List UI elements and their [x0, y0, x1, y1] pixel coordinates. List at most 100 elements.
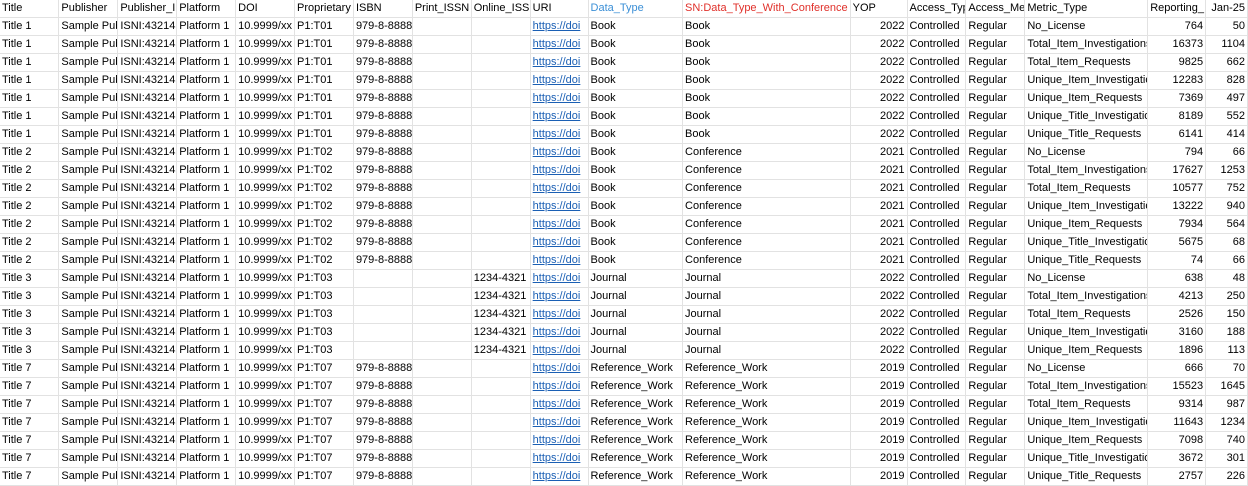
cell-title[interactable]: Title 2: [0, 197, 60, 216]
cell-doi[interactable]: 10.9999/xx: [235, 17, 296, 36]
cell-data-type[interactable]: Book: [588, 233, 684, 252]
cell-publisher[interactable]: Sample Pub: [58, 269, 119, 288]
cell-reporting[interactable]: 2526: [1147, 305, 1207, 324]
cell-access-method[interactable]: Regular: [965, 341, 1026, 360]
cell-proprietary[interactable]: P1:T01: [294, 125, 354, 144]
cell-doi[interactable]: 10.9999/xx: [235, 89, 296, 108]
cell-publisher-id[interactable]: ISNI:432143: [117, 215, 178, 234]
cell-publisher[interactable]: Sample Pub: [58, 323, 119, 342]
cell-sn[interactable]: Reference_Work: [682, 467, 851, 486]
cell-access-type[interactable]: Controlled: [907, 71, 967, 90]
cell-doi[interactable]: 10.9999/xx: [235, 287, 296, 306]
cell-jan25[interactable]: 987: [1205, 395, 1248, 414]
cell-title[interactable]: Title 2: [0, 215, 60, 234]
cell-uri[interactable]: https://doi: [530, 35, 589, 54]
cell-isbn[interactable]: 979-8-88888-888-9: [353, 251, 413, 270]
cell-title[interactable]: Title 1: [0, 71, 60, 90]
cell-metric-type[interactable]: Unique_Item_Requests: [1024, 215, 1149, 234]
cell-isbn[interactable]: 979-8-88888-888-8: [353, 89, 413, 108]
cell-data-type[interactable]: Book: [588, 71, 684, 90]
cell-yop[interactable]: 2021: [850, 215, 908, 234]
cell-data-type[interactable]: Book: [588, 215, 684, 234]
cell-access-method[interactable]: Regular: [965, 305, 1026, 324]
cell-yop[interactable]: 2022: [850, 269, 908, 288]
cell-publisher[interactable]: Sample Pub: [58, 71, 119, 90]
cell-metric-type[interactable]: Unique_Item_Requests: [1024, 341, 1149, 360]
cell-print-issn[interactable]: [412, 413, 472, 432]
cell-reporting[interactable]: 3160: [1147, 323, 1207, 342]
cell-publisher[interactable]: Sample Pub: [58, 449, 119, 468]
cell-isbn[interactable]: 979-8-88888-888-8: [353, 71, 413, 90]
cell-yop[interactable]: 2022: [850, 53, 908, 72]
cell-reporting[interactable]: 15523: [1147, 377, 1207, 396]
cell-publisher[interactable]: Sample Pub: [58, 125, 119, 144]
cell-access-type[interactable]: Controlled: [907, 287, 967, 306]
cell-proprietary[interactable]: P1:T01: [294, 71, 354, 90]
cell-publisher-id[interactable]: ISNI:432143: [117, 107, 178, 126]
cell-uri[interactable]: https://doi: [530, 89, 589, 108]
cell-isbn[interactable]: 979-8-88888-888-9: [353, 215, 413, 234]
cell-data-type[interactable]: Reference_Work: [588, 377, 684, 396]
cell-access-method[interactable]: Regular: [965, 377, 1026, 396]
cell-data-type[interactable]: Journal: [588, 341, 684, 360]
cell-jan25[interactable]: 301: [1205, 449, 1248, 468]
cell-uri[interactable]: https://doi: [530, 161, 589, 180]
cell-publisher-id[interactable]: ISNI:432143: [117, 413, 178, 432]
cell-access-method[interactable]: Regular: [965, 161, 1026, 180]
cell-title[interactable]: Title 1: [0, 35, 60, 54]
cell-jan25[interactable]: 48: [1205, 269, 1248, 288]
cell-data-type[interactable]: Book: [588, 197, 684, 216]
cell-yop[interactable]: 2022: [850, 125, 908, 144]
cell-access-method[interactable]: Regular: [965, 89, 1026, 108]
cell-platform[interactable]: Platform 1: [176, 197, 237, 216]
column-header-jan25[interactable]: Jan-25: [1205, 0, 1248, 18]
cell-access-method[interactable]: Regular: [965, 35, 1026, 54]
cell-platform[interactable]: Platform 1: [176, 269, 237, 288]
cell-platform[interactable]: Platform 1: [176, 215, 237, 234]
cell-access-method[interactable]: Regular: [965, 413, 1026, 432]
cell-platform[interactable]: Platform 1: [176, 35, 237, 54]
cell-doi[interactable]: 10.9999/xx: [235, 71, 296, 90]
cell-data-type[interactable]: Reference_Work: [588, 395, 684, 414]
cell-online-issn[interactable]: 1234-4321: [471, 323, 531, 342]
cell-publisher-id[interactable]: ISNI:432143: [117, 89, 178, 108]
cell-jan25[interactable]: 497: [1205, 89, 1248, 108]
cell-data-type[interactable]: Book: [588, 161, 684, 180]
cell-platform[interactable]: Platform 1: [176, 233, 237, 252]
cell-metric-type[interactable]: Unique_Title_Investigations: [1024, 449, 1149, 468]
cell-access-method[interactable]: Regular: [965, 359, 1026, 378]
cell-access-type[interactable]: Controlled: [907, 89, 967, 108]
column-header-access-method[interactable]: Access_Me: [965, 0, 1026, 18]
cell-jan25[interactable]: 552: [1205, 107, 1248, 126]
cell-uri[interactable]: https://doi: [530, 215, 589, 234]
cell-publisher[interactable]: Sample Pub: [58, 431, 119, 450]
cell-sn[interactable]: Book: [682, 17, 851, 36]
cell-platform[interactable]: Platform 1: [176, 467, 237, 486]
cell-access-type[interactable]: Controlled: [907, 431, 967, 450]
cell-yop[interactable]: 2021: [850, 251, 908, 270]
cell-access-type[interactable]: Controlled: [907, 359, 967, 378]
cell-sn[interactable]: Journal: [682, 323, 851, 342]
cell-access-method[interactable]: Regular: [965, 125, 1026, 144]
cell-access-type[interactable]: Controlled: [907, 269, 967, 288]
cell-isbn[interactable]: 979-8-88888-888-9: [353, 449, 413, 468]
cell-data-type[interactable]: Book: [588, 17, 684, 36]
cell-publisher-id[interactable]: ISNI:432143: [117, 179, 178, 198]
cell-metric-type[interactable]: Unique_Item_Investigations: [1024, 71, 1149, 90]
column-header-online-issn[interactable]: Online_ISSI: [471, 0, 531, 18]
cell-isbn[interactable]: 979-8-88888-888-8: [353, 17, 413, 36]
cell-proprietary[interactable]: P1:T02: [294, 215, 354, 234]
cell-publisher-id[interactable]: ISNI:432143: [117, 197, 178, 216]
cell-data-type[interactable]: Book: [588, 53, 684, 72]
cell-doi[interactable]: 10.9999/xx: [235, 251, 296, 270]
cell-sn[interactable]: Conference: [682, 215, 851, 234]
cell-access-method[interactable]: Regular: [965, 287, 1026, 306]
cell-reporting[interactable]: 6141: [1147, 125, 1207, 144]
cell-uri[interactable]: https://doi: [530, 341, 589, 360]
cell-publisher[interactable]: Sample Pub: [58, 161, 119, 180]
cell-access-type[interactable]: Controlled: [907, 305, 967, 324]
cell-sn[interactable]: Book: [682, 71, 851, 90]
cell-reporting[interactable]: 9314: [1147, 395, 1207, 414]
cell-data-type[interactable]: Book: [588, 35, 684, 54]
cell-sn[interactable]: Reference_Work: [682, 395, 851, 414]
